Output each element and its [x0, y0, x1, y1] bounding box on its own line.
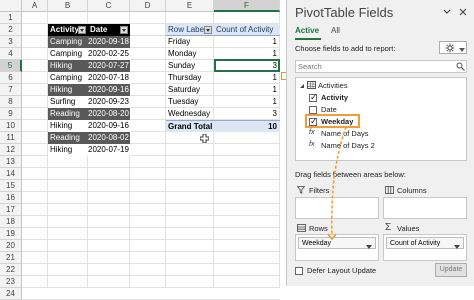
row-header-24[interactable]: 24	[0, 288, 22, 300]
drag-path	[330, 126, 347, 237]
drag-arrow	[327, 126, 347, 241]
gridline-horizontal	[22, 287, 280, 288]
drag-arrowhead	[327, 233, 337, 241]
